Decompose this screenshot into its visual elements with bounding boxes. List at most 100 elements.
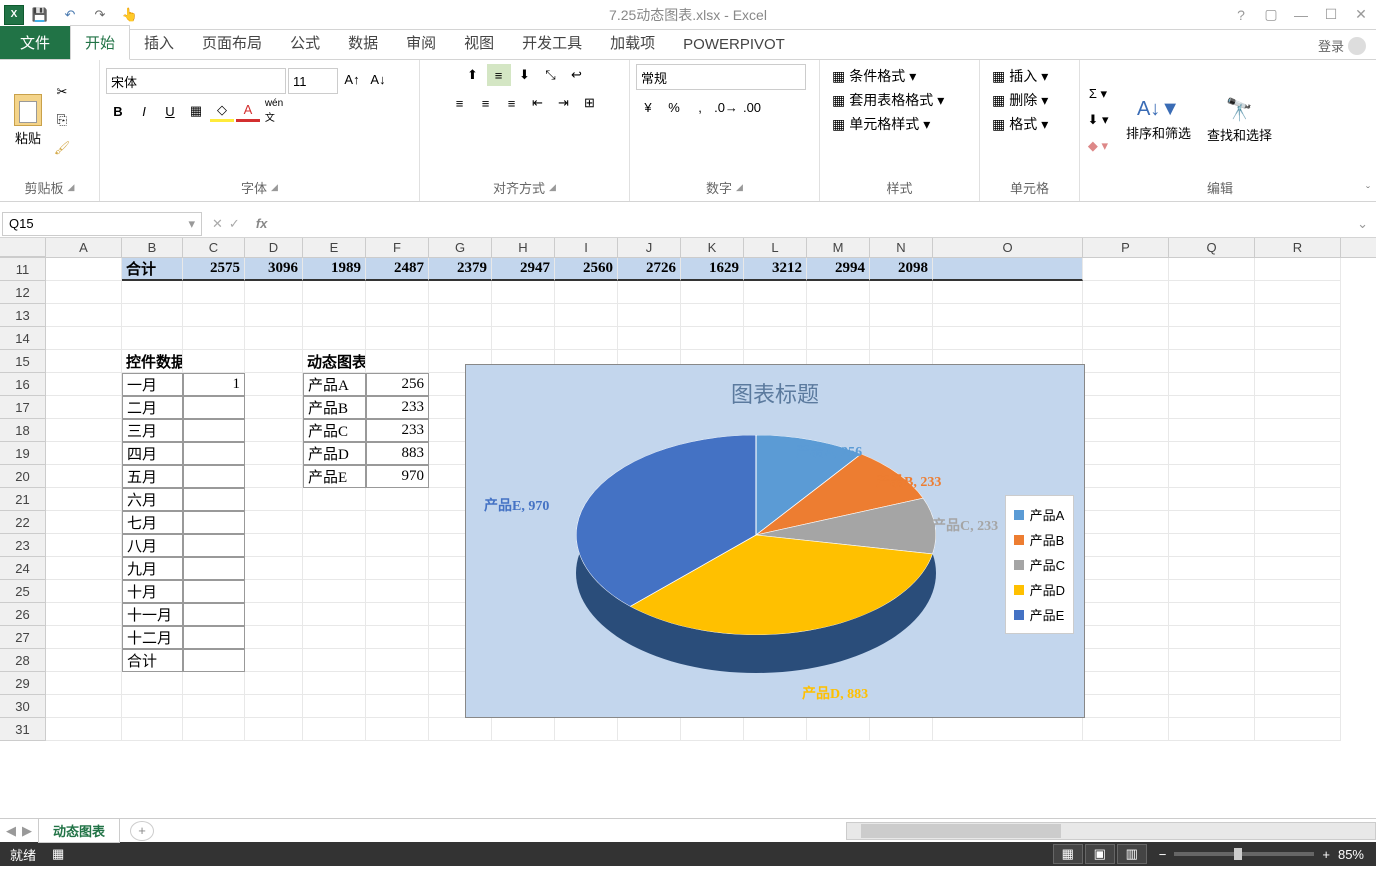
cell[interactable] — [183, 695, 245, 718]
cell[interactable]: 五月 — [122, 465, 183, 488]
cell[interactable] — [183, 557, 245, 580]
col-header-G[interactable]: G — [429, 238, 492, 257]
cell[interactable] — [807, 281, 870, 304]
cell[interactable] — [183, 718, 245, 741]
cell[interactable] — [492, 281, 555, 304]
cell[interactable]: 一月 — [122, 373, 183, 396]
cell[interactable]: 2994 — [807, 258, 870, 281]
cell[interactable] — [46, 442, 122, 465]
cell[interactable] — [245, 465, 303, 488]
touch-mode-icon[interactable]: 👆 — [116, 3, 144, 27]
row-header[interactable]: 11 — [0, 258, 46, 281]
cell[interactable]: 三月 — [122, 419, 183, 442]
row-header[interactable]: 13 — [0, 304, 46, 327]
cell[interactable] — [1169, 488, 1255, 511]
cell[interactable] — [46, 350, 122, 373]
font-size-select[interactable] — [288, 68, 338, 94]
row-header[interactable]: 23 — [0, 534, 46, 557]
cell[interactable]: 2560 — [555, 258, 618, 281]
cell[interactable] — [366, 580, 429, 603]
cell[interactable]: 产品D — [303, 442, 366, 465]
cell[interactable] — [303, 672, 366, 695]
cell[interactable] — [366, 534, 429, 557]
cell[interactable] — [46, 534, 122, 557]
cell[interactable] — [1169, 695, 1255, 718]
cell[interactable] — [303, 695, 366, 718]
cell[interactable] — [681, 327, 744, 350]
col-header-H[interactable]: H — [492, 238, 555, 257]
cell[interactable] — [183, 281, 245, 304]
border-icon[interactable]: ▦ — [184, 100, 208, 122]
cell[interactable]: 合计 — [122, 258, 183, 281]
cell[interactable] — [1255, 350, 1341, 373]
cell[interactable]: 产品A — [303, 373, 366, 396]
cell[interactable] — [245, 419, 303, 442]
cell[interactable] — [807, 327, 870, 350]
cell[interactable] — [245, 511, 303, 534]
row-header[interactable]: 29 — [0, 672, 46, 695]
cell[interactable] — [245, 534, 303, 557]
cell[interactable]: 产品E — [303, 465, 366, 488]
cell[interactable] — [1169, 649, 1255, 672]
cell[interactable] — [555, 327, 618, 350]
cell[interactable]: 233 — [366, 396, 429, 419]
cell[interactable] — [1255, 304, 1341, 327]
bold-button[interactable]: B — [106, 100, 130, 122]
cell[interactable] — [492, 327, 555, 350]
cell[interactable] — [46, 304, 122, 327]
cell[interactable] — [1083, 695, 1169, 718]
col-header-R[interactable]: R — [1255, 238, 1341, 257]
row-header[interactable]: 21 — [0, 488, 46, 511]
zoom-in-icon[interactable]: + — [1322, 847, 1330, 862]
format-cells-button[interactable]: ▦格式 ▾ — [986, 112, 1073, 136]
cell[interactable] — [1255, 442, 1341, 465]
align-launcher-icon[interactable]: ◢ — [549, 182, 556, 193]
zoom-slider[interactable] — [1174, 852, 1314, 856]
row-header[interactable]: 26 — [0, 603, 46, 626]
cell[interactable] — [933, 281, 1083, 304]
cell[interactable] — [245, 580, 303, 603]
row-header[interactable]: 17 — [0, 396, 46, 419]
wrap-text-icon[interactable]: ↩ — [565, 64, 589, 86]
tab-data[interactable]: 数据 — [334, 26, 392, 59]
cell[interactable] — [183, 534, 245, 557]
save-icon[interactable]: 💾 — [26, 3, 54, 27]
cell[interactable] — [618, 281, 681, 304]
cell[interactable] — [1169, 603, 1255, 626]
cell[interactable] — [1255, 580, 1341, 603]
cell[interactable] — [46, 718, 122, 741]
cell[interactable] — [366, 649, 429, 672]
cell[interactable]: 十一月 — [122, 603, 183, 626]
tab-layout[interactable]: 页面布局 — [188, 26, 276, 59]
cell[interactable] — [46, 603, 122, 626]
comma-icon[interactable]: , — [688, 96, 712, 118]
sheet-nav-prev-icon[interactable]: ◀ — [6, 823, 16, 839]
cell[interactable]: 3212 — [744, 258, 807, 281]
horizontal-scrollbar[interactable] — [846, 822, 1376, 840]
cell[interactable] — [1083, 350, 1169, 373]
expand-formula-icon[interactable]: ⌄ — [1349, 216, 1376, 232]
zoom-out-icon[interactable]: − — [1159, 847, 1167, 862]
chevron-down-icon[interactable]: ▾ — [188, 216, 195, 232]
cell[interactable] — [366, 603, 429, 626]
pie-chart[interactable]: 图表标题 产品A产品B产品C产品D产品E 产品A, 256产品B, 233产品C… — [465, 364, 1085, 718]
sort-filter-button[interactable]: A↓▼ 排序和筛选 — [1118, 94, 1199, 146]
cell[interactable] — [1083, 672, 1169, 695]
cell[interactable] — [618, 718, 681, 741]
cell[interactable] — [1169, 373, 1255, 396]
add-sheet-button[interactable]: + — [130, 821, 154, 841]
cell[interactable] — [1169, 534, 1255, 557]
cell[interactable]: 九月 — [122, 557, 183, 580]
phonetic-icon[interactable]: wén文 — [262, 100, 286, 122]
cell[interactable] — [1169, 672, 1255, 695]
col-header-Q[interactable]: Q — [1169, 238, 1255, 257]
cell[interactable] — [366, 557, 429, 580]
ribbon-display-icon[interactable]: ▢ — [1256, 1, 1286, 29]
col-header-P[interactable]: P — [1083, 238, 1169, 257]
cell[interactable] — [1255, 419, 1341, 442]
cell[interactable]: 233 — [366, 419, 429, 442]
fill-color-icon[interactable]: ◇ — [210, 100, 234, 122]
cell[interactable]: 2098 — [870, 258, 933, 281]
delete-cells-button[interactable]: ▦删除 ▾ — [986, 88, 1073, 112]
cell[interactable] — [1083, 373, 1169, 396]
